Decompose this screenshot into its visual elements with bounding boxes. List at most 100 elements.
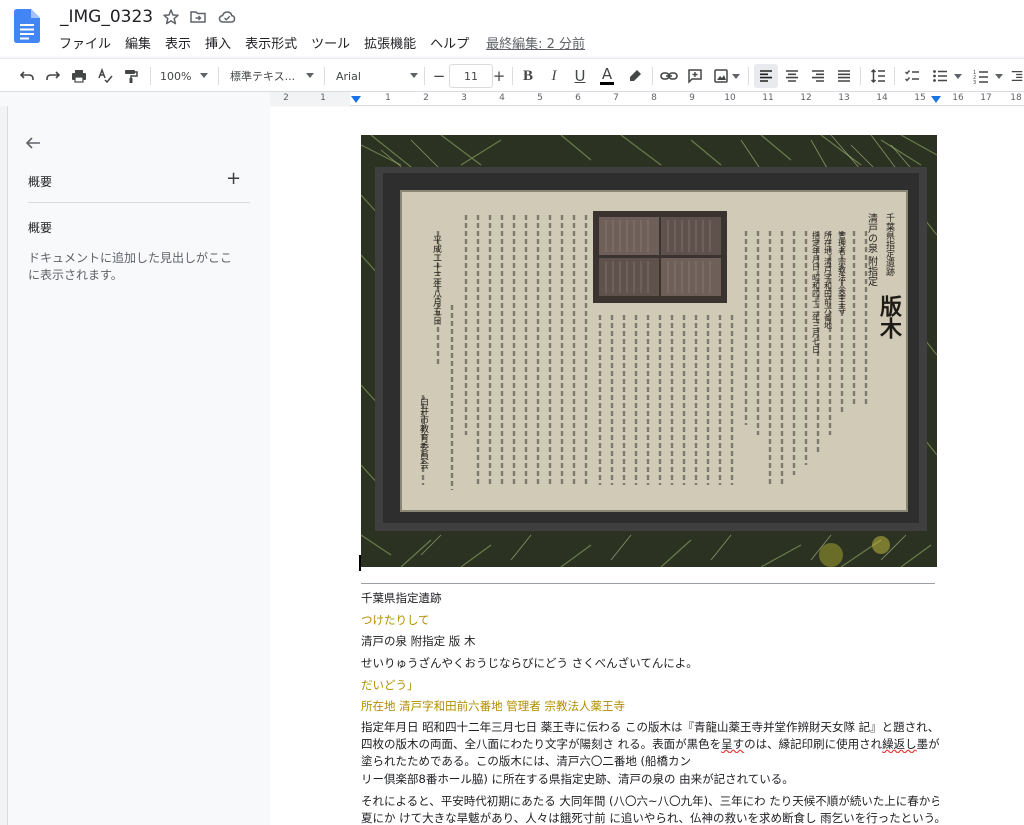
ruler-number: 17: [980, 93, 992, 103]
text-color-button[interactable]: A: [595, 64, 619, 88]
insert-image-button[interactable]: [710, 64, 742, 88]
ruler-number: 13: [838, 93, 850, 103]
outline-divider: [28, 202, 250, 203]
zoom-select[interactable]: 100%: [160, 64, 210, 88]
menu-format[interactable]: 表示形式: [238, 33, 304, 52]
toolbar-separator: [218, 67, 219, 85]
numbered-list-icon: 123: [973, 70, 988, 84]
move-to-folder-icon[interactable]: [189, 8, 207, 26]
doc-paragraph[interactable]: 清戸の泉 附指定 版 木: [361, 633, 939, 650]
add-summary-button[interactable]: +: [226, 170, 241, 188]
doc-paragraph[interactable]: 四枚の版木の両面、全八面にわたり文字が陽刻さ れる。表面が黒色を呈すのは、縁記印…: [361, 736, 939, 753]
doc-paragraph[interactable]: それによると、平安時代初期にあたる 大同年間 (八〇六~八〇九年)、三年にわ た…: [361, 793, 939, 810]
align-center-button[interactable]: [780, 64, 804, 88]
cloud-saved-icon[interactable]: [218, 8, 236, 26]
spelling-error[interactable]: 繰返し: [882, 737, 917, 751]
decrease-indent-button[interactable]: [1010, 64, 1024, 88]
numbered-list-button[interactable]: 123: [970, 64, 1006, 88]
toolbar-separator: [652, 67, 653, 85]
paint-format-icon: [125, 70, 138, 83]
horizontal-rule: [361, 583, 935, 584]
print-button[interactable]: [68, 64, 90, 88]
menu-edit[interactable]: 編集: [118, 33, 158, 52]
document-title[interactable]: _IMG_0323: [60, 7, 153, 27]
align-right-button[interactable]: [806, 64, 830, 88]
align-justify-button[interactable]: [832, 64, 856, 88]
document-page[interactable]: 千葉県指定遺跡 版木 清戸の泉 附指定 平成二十三年八月五日 白井市教育委員会 …: [270, 107, 1024, 825]
title-bar: _IMG_0323 ファイル 編集 表示 挿入 表示形式 ツール 拡張機能 ヘル…: [0, 0, 1024, 56]
toolbar-separator: [424, 67, 425, 85]
font-family-select[interactable]: Arial: [336, 64, 420, 88]
bulleted-list-button[interactable]: [928, 64, 966, 88]
outline-section-title: 概要: [28, 221, 53, 235]
menu-insert[interactable]: 挿入: [198, 33, 238, 52]
horizontal-ruler[interactable]: 2 1 1 2 3 4 5 6 7 8 9 10 11 12 13 14 15 …: [270, 92, 1024, 106]
text-run: 墨が: [916, 737, 939, 751]
document-outline-panel: 概要 + 概要 ドキュメントに追加した見出しがここに表示されます。: [8, 106, 270, 825]
insert-comment-button[interactable]: [684, 64, 706, 88]
bold-button[interactable]: B: [517, 64, 539, 88]
font-size-input[interactable]: 11: [449, 64, 493, 88]
insert-link-button[interactable]: [658, 64, 680, 88]
menu-tools[interactable]: ツール: [304, 33, 357, 52]
checklist-button[interactable]: [900, 64, 924, 88]
paragraph-style-select[interactable]: 標準テキス...: [230, 64, 316, 88]
ruler-number: 12: [800, 93, 812, 103]
left-indent-marker[interactable]: [351, 96, 361, 103]
doc-paragraph[interactable]: 夏にか けて大きな旱魃があり、人々は餓死寸前 に追いやられ、仏神の救いを求め断食…: [361, 810, 939, 825]
toolbar-separator: [324, 67, 325, 85]
print-icon: [72, 70, 86, 83]
menu-help[interactable]: ヘルプ: [423, 33, 476, 52]
spellcheck-icon: [98, 68, 113, 84]
highlight-color-button[interactable]: [624, 64, 646, 88]
caret-down-icon: [954, 73, 962, 79]
doc-paragraph[interactable]: 指定年月日 昭和四十二年三月七日 薬王寺に伝わる この版木は『青龍山薬王寺并堂作…: [361, 719, 939, 736]
underline-button[interactable]: U: [569, 64, 591, 88]
text-cursor: [359, 555, 361, 571]
caret-down-icon: [306, 73, 314, 78]
caret-down-icon: [200, 73, 208, 78]
doc-paragraph[interactable]: 千葉県指定遺跡: [361, 590, 939, 607]
doc-paragraph[interactable]: 所在地 清戸字和田前六番地 管理者 宗教法人薬王寺: [361, 698, 939, 715]
redo-button[interactable]: [42, 64, 64, 88]
paint-format-button[interactable]: [120, 64, 142, 88]
ruler-number: 3: [461, 93, 467, 103]
doc-paragraph[interactable]: 塗られたためである。この版木には、清戸六〇二番地 (船橋カン: [361, 753, 939, 770]
doc-paragraph[interactable]: だいどう」: [361, 677, 939, 694]
sign-date-text: 平成二十三年八月五日: [431, 235, 442, 325]
redo-icon: [46, 71, 61, 80]
doc-paragraph[interactable]: せいりゅうざんやくおうじならびにどう さくべんざいてんによ。: [361, 655, 939, 672]
last-edit-link[interactable]: 最終編集: 2 分前: [486, 33, 585, 52]
undo-button[interactable]: [16, 64, 38, 88]
menu-extensions[interactable]: 拡張機能: [357, 33, 423, 52]
menu-file[interactable]: ファイル: [52, 33, 118, 52]
menu-view[interactable]: 表示: [158, 33, 198, 52]
docs-logo-icon[interactable]: [14, 9, 40, 43]
toolbar-separator: [860, 67, 861, 85]
star-icon[interactable]: [162, 8, 180, 26]
line-spacing-button[interactable]: [866, 64, 890, 88]
toolbar-separator: [894, 67, 895, 85]
sign-location-text: 所在地 清戸字和田前六番地: [824, 230, 833, 330]
back-arrow-icon[interactable]: [24, 135, 42, 151]
ruler-number: 1: [320, 93, 326, 103]
ruler-number: 14: [876, 93, 888, 103]
italic-button[interactable]: I: [543, 64, 565, 88]
sign-photo[interactable]: 千葉県指定遺跡 版木 清戸の泉 附指定 平成二十三年八月五日 白井市教育委員会 …: [361, 135, 937, 567]
doc-paragraph[interactable]: つけたりして: [361, 612, 939, 629]
ruler-number: 5: [537, 93, 543, 103]
right-indent-marker[interactable]: [931, 96, 941, 103]
spelling-error[interactable]: 呈す: [721, 737, 744, 751]
increase-font-size-button[interactable]: +: [490, 64, 508, 88]
caret-down-icon: [410, 73, 418, 78]
align-left-button[interactable]: [754, 64, 778, 88]
sign-manager-text: 管理者 宗教法人薬王寺: [838, 230, 847, 314]
spellcheck-button[interactable]: [94, 64, 116, 88]
zoom-value: 100%: [160, 69, 192, 83]
ruler-number: 2: [423, 93, 429, 103]
doc-paragraph[interactable]: リー倶楽部8番ホール脇) に所在する県指定史跡、清戸の泉の 由来が記されている。: [361, 771, 939, 788]
sign-subtitle-text: 清戸の泉 附指定: [866, 212, 878, 287]
vertical-ruler[interactable]: [0, 106, 8, 825]
font-family-value: Arial: [336, 69, 361, 83]
decrease-font-size-button[interactable]: −: [430, 64, 448, 88]
